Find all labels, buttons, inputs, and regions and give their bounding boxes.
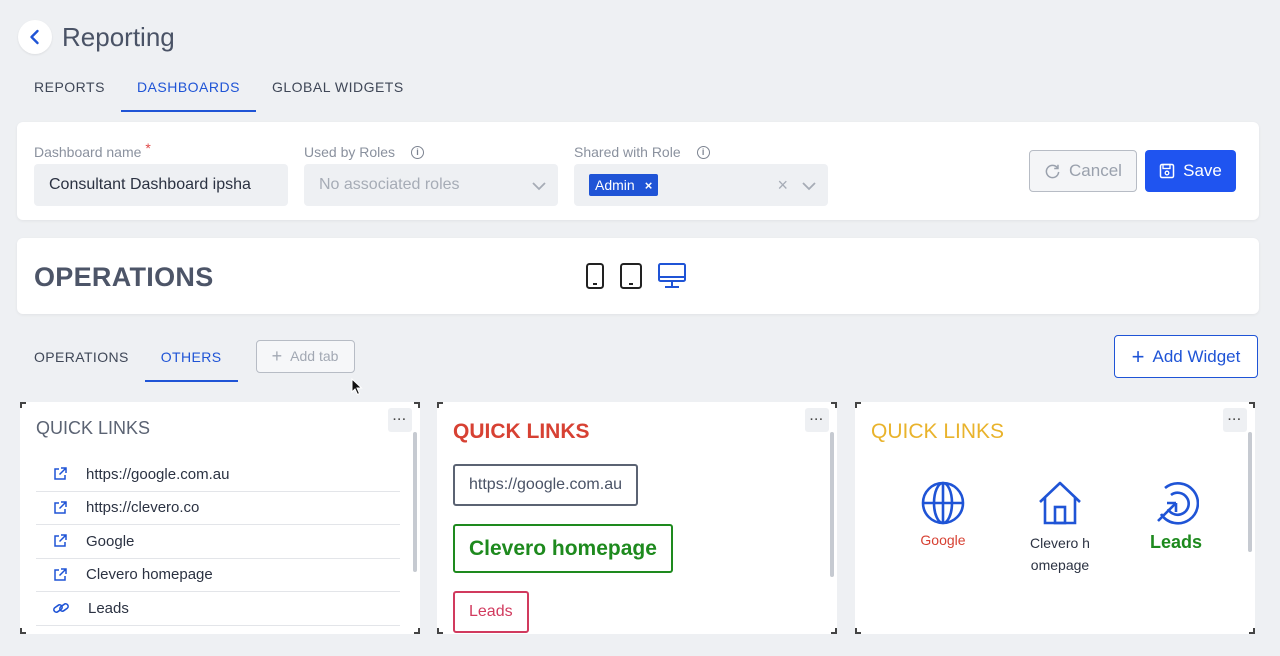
page-header: Reporting xyxy=(18,20,175,54)
back-button[interactable] xyxy=(18,20,52,54)
main-tabs: REPORTS DASHBOARDS GLOBAL WIDGETS xyxy=(18,66,420,112)
dashboard-tabs: OPERATIONS OTHERS + Add tab xyxy=(18,336,355,382)
cancel-button[interactable]: Cancel xyxy=(1029,150,1137,192)
list-item[interactable]: Google xyxy=(36,525,400,559)
dashboard-settings-card: Dashboard name * Consultant Dashboard ip… xyxy=(17,122,1259,220)
target-pointer-icon xyxy=(1157,481,1199,525)
widget-title: QUICK LINKS xyxy=(453,420,590,443)
tablet-icon[interactable] xyxy=(619,262,643,290)
remove-tag-icon[interactable]: × xyxy=(645,178,653,193)
mouse-cursor-icon xyxy=(351,378,363,396)
resize-handle[interactable] xyxy=(855,628,861,634)
chevron-down-icon xyxy=(532,182,546,191)
mobile-icon[interactable] xyxy=(585,262,605,290)
resize-handle[interactable] xyxy=(437,628,443,634)
used-by-roles-field: Used by Roles i No associated roles xyxy=(304,142,558,206)
resize-handle[interactable] xyxy=(831,628,837,634)
chevron-down-icon xyxy=(802,182,816,191)
dashboard-name-input[interactable]: Consultant Dashboard ipsha xyxy=(34,164,288,206)
add-widget-button[interactable]: + Add Widget xyxy=(1114,335,1258,378)
dashboard-name-value: Consultant Dashboard ipsha xyxy=(49,176,251,193)
page-title: Reporting xyxy=(62,21,175,52)
dashboard-name-field: Dashboard name * Consultant Dashboard ip… xyxy=(34,140,288,206)
quick-links-widget-list[interactable]: ··· QUICK LINKS https://google.com.au ht… xyxy=(20,402,420,634)
dashboard-title: OPERATIONS xyxy=(34,262,214,292)
floppy-disk-icon xyxy=(1159,163,1175,179)
quick-link-tile[interactable]: Leads xyxy=(1126,480,1226,553)
add-tab-button[interactable]: + Add tab xyxy=(255,339,355,373)
plus-icon: + xyxy=(271,346,283,366)
widget-menu-button[interactable]: ··· xyxy=(1223,408,1247,432)
tab-reports[interactable]: REPORTS xyxy=(18,66,121,112)
quick-link-tile[interactable]: Clevero homepage xyxy=(1010,480,1110,576)
info-icon[interactable]: i xyxy=(411,145,425,159)
external-link-icon xyxy=(54,467,67,480)
dashboard-name-label: Dashboard name xyxy=(34,144,142,160)
resize-handle[interactable] xyxy=(831,402,837,408)
chevron-left-icon xyxy=(30,29,39,45)
widget-menu-button[interactable]: ··· xyxy=(388,408,412,432)
list-item[interactable]: https://google.com.au xyxy=(36,458,400,492)
quick-links-widget-tiles[interactable]: ··· QUICK LINKS Google Clevero homepage … xyxy=(855,402,1255,634)
external-link-icon xyxy=(54,534,67,547)
used-by-roles-select[interactable]: No associated roles xyxy=(304,164,558,206)
resize-handle[interactable] xyxy=(1249,628,1255,634)
tab-operations[interactable]: OPERATIONS xyxy=(18,336,145,382)
chain-link-icon xyxy=(53,603,69,614)
list-item[interactable]: Clevero homepage xyxy=(36,559,400,592)
list-item[interactable]: https://clevero.co xyxy=(36,492,400,525)
tab-dashboards[interactable]: DASHBOARDS xyxy=(120,66,256,112)
info-icon[interactable]: i xyxy=(696,145,710,159)
scrollbar[interactable] xyxy=(830,432,834,577)
globe-icon xyxy=(921,481,965,525)
required-mark: * xyxy=(145,140,151,156)
shared-with-role-select[interactable]: Admin × × xyxy=(574,164,828,206)
resize-handle[interactable] xyxy=(437,402,443,408)
widget-menu-button[interactable]: ··· xyxy=(805,408,829,432)
operations-card: OPERATIONS xyxy=(17,238,1259,314)
resize-handle[interactable] xyxy=(20,402,26,408)
quick-links-widget-buttons[interactable]: ··· QUICK LINKS https://google.com.au Cl… xyxy=(437,402,837,634)
quick-link-button[interactable]: Clevero homepage xyxy=(453,524,673,573)
link-list: https://google.com.au https://clevero.co… xyxy=(36,458,400,626)
clear-icon[interactable]: × xyxy=(777,175,788,196)
resize-handle[interactable] xyxy=(414,402,420,408)
home-icon xyxy=(1039,481,1081,525)
tab-global-widgets[interactable]: GLOBAL WIDGETS xyxy=(256,66,420,112)
widget-title: QUICK LINKS xyxy=(36,418,151,438)
external-link-icon xyxy=(54,568,67,581)
used-by-roles-placeholder: No associated roles xyxy=(319,176,460,193)
scrollbar[interactable] xyxy=(413,432,417,572)
shared-with-role-field: Shared with Role i Admin × × xyxy=(574,142,828,206)
used-by-roles-label: Used by Roles xyxy=(304,144,396,160)
refresh-icon xyxy=(1045,164,1060,178)
resize-handle[interactable] xyxy=(1249,402,1255,408)
tab-others[interactable]: OTHERS xyxy=(144,336,238,382)
quick-link-tile[interactable]: Google xyxy=(893,480,993,548)
desktop-icon[interactable] xyxy=(657,262,687,290)
quick-link-button[interactable]: Leads xyxy=(453,591,529,633)
scrollbar[interactable] xyxy=(1248,432,1252,552)
role-tag-admin: Admin × xyxy=(589,174,659,196)
resize-handle[interactable] xyxy=(414,628,420,634)
resize-handle[interactable] xyxy=(20,628,26,634)
quick-link-button[interactable]: https://google.com.au xyxy=(453,464,638,506)
list-item[interactable]: Leads xyxy=(36,592,400,626)
resize-handle[interactable] xyxy=(855,402,861,408)
shared-with-role-label: Shared with Role xyxy=(574,144,681,160)
device-preview-toggle xyxy=(585,262,687,290)
widget-title: QUICK LINKS xyxy=(871,420,1005,443)
plus-icon: + xyxy=(1131,343,1145,369)
save-button[interactable]: Save xyxy=(1145,150,1236,192)
external-link-icon xyxy=(54,501,67,514)
